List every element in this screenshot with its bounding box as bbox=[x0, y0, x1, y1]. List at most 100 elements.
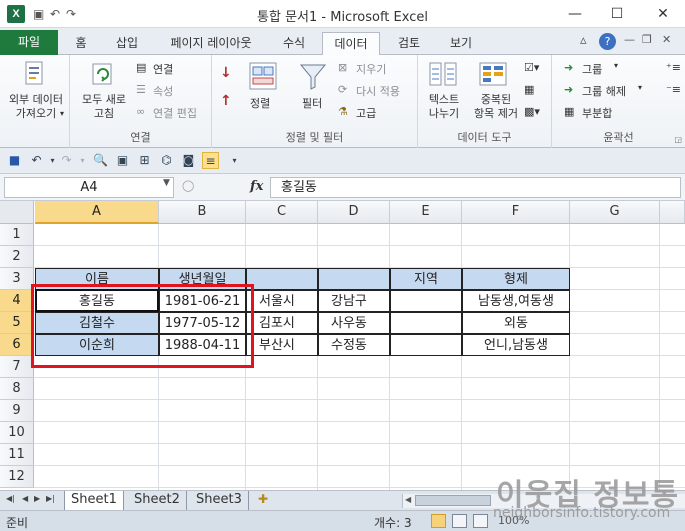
row-header-8[interactable]: 8 bbox=[0, 378, 34, 400]
data-cell[interactable]: 부산시 bbox=[246, 334, 318, 356]
chevron-down-icon[interactable]: ▼ bbox=[163, 178, 170, 188]
data-cell[interactable]: 사우동 bbox=[318, 312, 390, 334]
ungroup-button[interactable]: 그룹 해제 bbox=[582, 83, 626, 99]
data-cell[interactable]: 수정동 bbox=[318, 334, 390, 356]
row-header-4[interactable]: 4 bbox=[0, 290, 34, 312]
row-header-7[interactable]: 7 bbox=[0, 356, 34, 378]
sheet-tab-1[interactable]: Sheet1 bbox=[64, 491, 124, 510]
connections-button[interactable]: 연결 bbox=[153, 61, 173, 77]
column-header-e[interactable]: E bbox=[390, 201, 462, 224]
borders-icon[interactable]: ⊞ bbox=[136, 152, 153, 169]
sort-descending-icon[interactable]: ↑ bbox=[220, 93, 232, 109]
data-cell[interactable] bbox=[390, 290, 462, 312]
column-header-f[interactable]: F bbox=[462, 201, 570, 224]
insert-sheet-icon[interactable]: ✚ bbox=[258, 492, 268, 506]
window-restore-icon[interactable]: ❐ bbox=[642, 33, 652, 46]
row-header-5[interactable]: 5 bbox=[0, 312, 34, 334]
camera-icon[interactable]: ⌬ bbox=[158, 152, 175, 169]
show-detail-icon[interactable]: ⁺≡ bbox=[666, 61, 681, 74]
formula-bar-grip-icon[interactable]: ◯ bbox=[182, 179, 194, 192]
maximize-button[interactable]: ☐ bbox=[602, 3, 632, 25]
tab-review[interactable]: 검토 bbox=[392, 32, 426, 55]
column-header-b[interactable]: B bbox=[159, 201, 246, 224]
sort-button[interactable]: 정렬 bbox=[250, 95, 270, 111]
tab-insert[interactable]: 삽입 bbox=[110, 32, 144, 55]
page-layout-view-button[interactable] bbox=[452, 514, 467, 528]
customize-qat-icon[interactable]: ▾ bbox=[226, 152, 243, 169]
data-validation-icon[interactable]: ☑▾ bbox=[524, 61, 539, 74]
data-cell[interactable] bbox=[390, 312, 462, 334]
tab-home[interactable]: 홈 bbox=[66, 32, 96, 55]
clear-filter-button[interactable]: 지우기 bbox=[356, 61, 386, 77]
name-box[interactable]: A4 bbox=[4, 177, 174, 198]
data-cell[interactable] bbox=[390, 334, 462, 356]
redo-icon[interactable]: ↷ bbox=[58, 152, 75, 169]
reapply-button[interactable]: 다시 적용 bbox=[356, 83, 400, 99]
row-header-10[interactable]: 10 bbox=[0, 422, 34, 444]
filter-button[interactable]: 필터 bbox=[302, 95, 322, 111]
column-header-c[interactable]: C bbox=[246, 201, 318, 224]
remove-duplicates-button[interactable]: 중복된 항목 제거 bbox=[468, 93, 524, 121]
undo-icon[interactable]: ↶ bbox=[28, 152, 45, 169]
scroll-left-icon[interactable]: ◀ bbox=[405, 495, 411, 504]
consolidate-icon[interactable]: ▦ bbox=[524, 83, 534, 96]
form-icon[interactable]: ▣ bbox=[114, 152, 131, 169]
close-button[interactable]: ✕ bbox=[648, 3, 678, 25]
get-external-data-button[interactable]: 외부 데이터 가져오기 bbox=[6, 93, 66, 121]
refresh-all-button[interactable]: 모두 새로 고침 bbox=[76, 93, 132, 121]
tab-view[interactable]: 보기 bbox=[444, 32, 478, 55]
data-cell[interactable]: 언니,남동생 bbox=[462, 334, 570, 356]
row-header-9[interactable]: 9 bbox=[0, 400, 34, 422]
help-icon[interactable]: ? bbox=[599, 33, 616, 50]
sheet-tab-2[interactable]: Sheet2 bbox=[128, 491, 187, 510]
row-header-11[interactable]: 11 bbox=[0, 444, 34, 466]
tab-formulas[interactable]: 수식 bbox=[278, 32, 310, 55]
header-cell[interactable] bbox=[246, 268, 318, 290]
row-header-12[interactable]: 12 bbox=[0, 466, 34, 488]
data-cell[interactable]: 서울시 bbox=[246, 290, 318, 312]
data-cell[interactable]: 김포시 bbox=[246, 312, 318, 334]
normal-view-button[interactable] bbox=[431, 514, 446, 528]
row-header-2[interactable]: 2 bbox=[0, 246, 34, 268]
sheet-tab-3[interactable]: Sheet3 bbox=[190, 491, 249, 510]
window-close-icon[interactable]: ✕ bbox=[662, 33, 671, 46]
dialog-launcher-icon[interactable]: ◲ bbox=[674, 135, 682, 144]
column-header-d[interactable]: D bbox=[318, 201, 390, 224]
data-cell[interactable]: 강남구 bbox=[318, 290, 390, 312]
formula-input[interactable]: 홍길동 bbox=[270, 177, 681, 198]
data-cell[interactable]: 외동 bbox=[462, 312, 570, 334]
minimize-button[interactable]: — bbox=[560, 3, 590, 25]
column-header-g[interactable]: G bbox=[570, 201, 660, 224]
text-to-columns-button[interactable]: 텍스트 나누기 bbox=[424, 93, 464, 121]
subtotal-button[interactable]: 부분합 bbox=[582, 105, 612, 121]
row-header-6[interactable]: 6 bbox=[0, 334, 34, 356]
hide-detail-icon[interactable]: ⁻≡ bbox=[666, 83, 681, 96]
header-cell[interactable]: 형제 bbox=[462, 268, 570, 290]
horizontal-scroll-thumb[interactable] bbox=[415, 495, 491, 506]
print-preview-icon[interactable]: 🔍 bbox=[92, 152, 109, 169]
prev-sheet-icon[interactable]: ◀ bbox=[22, 494, 28, 503]
group-button[interactable]: 그룹 bbox=[582, 61, 602, 77]
data-cell[interactable]: 남동생,여동생 bbox=[462, 290, 570, 312]
tab-file[interactable]: 파일 bbox=[0, 30, 58, 55]
row-header-1[interactable]: 1 bbox=[0, 224, 34, 246]
insert-function-icon[interactable]: fx bbox=[250, 179, 263, 194]
ribbon-collapse-icon[interactable]: ▵ bbox=[580, 33, 587, 48]
header-cell[interactable]: 지역 bbox=[390, 268, 462, 290]
edit-links-button[interactable]: 연결 편집 bbox=[153, 105, 197, 121]
header-cell[interactable] bbox=[318, 268, 390, 290]
tab-page-layout[interactable]: 페이지 레이아웃 bbox=[160, 32, 262, 55]
what-if-icon[interactable]: ▩▾ bbox=[524, 105, 540, 118]
first-sheet-icon[interactable]: ◀| bbox=[6, 494, 15, 503]
page-break-view-button[interactable] bbox=[473, 514, 488, 528]
row-header-3[interactable]: 3 bbox=[0, 268, 34, 290]
save-icon[interactable]: ■ bbox=[6, 152, 23, 169]
properties-button[interactable]: 속성 bbox=[153, 83, 173, 99]
next-sheet-icon[interactable]: ▶ bbox=[34, 494, 40, 503]
tab-data[interactable]: 데이터 bbox=[322, 32, 380, 56]
window-minimize-icon[interactable]: — bbox=[624, 33, 635, 46]
advanced-filter-button[interactable]: 고급 bbox=[356, 105, 376, 121]
sort-ascending-icon[interactable]: ↓ bbox=[220, 65, 232, 81]
column-header-a[interactable]: A bbox=[35, 201, 159, 224]
chevron-down-icon[interactable]: ▾ bbox=[74, 152, 91, 169]
